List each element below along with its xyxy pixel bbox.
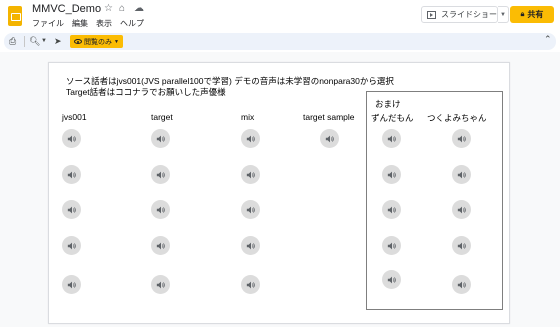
speaker-icon xyxy=(156,242,165,249)
audio-play-button-target[interactable] xyxy=(151,165,170,184)
audio-play-button-jvs001[interactable] xyxy=(62,165,81,184)
speaker-icon xyxy=(67,171,76,178)
audio-play-button-jvs001[interactable] xyxy=(62,200,81,219)
audio-play-button-tsukuyomi[interactable] xyxy=(452,200,471,219)
slideshow-dropdown-chevron-icon[interactable]: ▼ xyxy=(498,6,509,23)
slideshow-button[interactable]: スライドショー xyxy=(421,6,498,23)
audio-play-button-jvs001[interactable] xyxy=(62,129,81,148)
zoom-icon[interactable]: 🔍︎ xyxy=(29,35,40,48)
zoom-chevron-down-icon[interactable]: ▼ xyxy=(41,35,47,48)
speaker-icon xyxy=(387,206,396,213)
document-title[interactable]: MMVC_Demo xyxy=(32,3,101,15)
audio-play-button-mix[interactable] xyxy=(241,129,260,148)
audio-play-button-target[interactable] xyxy=(151,200,170,219)
speaker-icon xyxy=(67,281,76,288)
slideshow-label: スライドショー xyxy=(441,10,497,19)
audio-play-button-target[interactable] xyxy=(151,275,170,294)
audio-play-button-zundamon[interactable] xyxy=(382,270,401,289)
share-label: 共有 xyxy=(527,10,544,19)
speaker-icon xyxy=(246,281,255,288)
bonus-label: おまけ xyxy=(375,99,401,109)
lock-icon: 🔒︎ xyxy=(520,10,525,18)
speaker-icon xyxy=(156,171,165,178)
audio-play-button-target[interactable] xyxy=(151,236,170,255)
speaker-icon xyxy=(387,242,396,249)
audio-play-button-target[interactable] xyxy=(151,129,170,148)
speaker-icon xyxy=(156,135,165,142)
audio-play-button-zundamon[interactable] xyxy=(382,200,401,219)
slide-title-line-2: Target話者はココナラでお願いした声優様 xyxy=(66,87,226,97)
app-header: MMVC_Demo ☆ ⌂ ☁ ファイル 編集 表示 ヘルプ スライドショー ▼… xyxy=(0,0,560,33)
audio-play-button-mix[interactable] xyxy=(241,275,260,294)
audio-play-button-mix[interactable] xyxy=(241,165,260,184)
share-button[interactable]: 🔒︎ 共有 xyxy=(510,6,554,23)
view-only-chevron-down-icon: ▼ xyxy=(114,38,119,45)
cloud-status-icon[interactable]: ☁ xyxy=(134,3,144,14)
menu-edit[interactable]: 編集 xyxy=(72,18,88,29)
speaker-icon xyxy=(457,171,466,178)
speaker-icon xyxy=(387,171,396,178)
speaker-icon xyxy=(246,171,255,178)
column-header-zundamon: ずんだもん xyxy=(371,113,414,123)
speaker-icon xyxy=(457,281,466,288)
audio-play-button-tsukuyomi[interactable] xyxy=(452,165,471,184)
audio-play-button-zundamon[interactable] xyxy=(382,165,401,184)
audio-play-button-zundamon[interactable] xyxy=(382,236,401,255)
speaker-icon xyxy=(387,276,396,283)
speaker-icon xyxy=(457,135,466,142)
audio-play-button-zundamon[interactable] xyxy=(382,129,401,148)
print-icon[interactable]: ⎙ xyxy=(9,35,16,48)
toolbar-divider xyxy=(24,36,25,47)
select-cursor-icon[interactable]: ➤ xyxy=(54,35,62,48)
speaker-icon xyxy=(246,206,255,213)
menu-view[interactable]: 表示 xyxy=(96,18,112,29)
speaker-icon xyxy=(67,242,76,249)
audio-play-button-mix[interactable] xyxy=(241,200,260,219)
speaker-icon xyxy=(156,206,165,213)
speaker-icon xyxy=(246,242,255,249)
column-header-target: target xyxy=(151,112,173,122)
collapse-chevron-up-icon[interactable]: ⌃ xyxy=(544,34,552,45)
speaker-icon xyxy=(246,135,255,142)
slides-logo-icon[interactable] xyxy=(8,6,22,26)
speaker-icon xyxy=(67,206,76,213)
play-icon xyxy=(427,10,436,19)
speaker-icon xyxy=(387,135,396,142)
audio-play-button-tsukuyomi[interactable] xyxy=(452,275,471,294)
audio-play-button-target-sample[interactable] xyxy=(320,129,339,148)
speaker-icon xyxy=(457,206,466,213)
menu-file[interactable]: ファイル xyxy=(32,18,64,29)
column-header-tsukuyomi: つくよみちゃん xyxy=(427,113,487,123)
move-folder-icon[interactable]: ⌂ xyxy=(119,3,125,14)
speaker-icon xyxy=(156,281,165,288)
view-only-label: 閲覧のみ xyxy=(84,38,112,46)
star-icon[interactable]: ☆ xyxy=(104,3,113,14)
speaker-icon xyxy=(457,242,466,249)
audio-play-button-mix[interactable] xyxy=(241,236,260,255)
audio-play-button-jvs001[interactable] xyxy=(62,236,81,255)
toolbar: ⎙ 🔍︎ ▼ ➤ 閲覧のみ ▼ ⌃ xyxy=(4,33,556,50)
speaker-icon xyxy=(325,135,334,142)
menu-bar: ファイル 編集 表示 ヘルプ xyxy=(32,18,144,29)
eye-icon xyxy=(74,39,82,44)
menu-help[interactable]: ヘルプ xyxy=(120,18,144,29)
audio-play-button-tsukuyomi[interactable] xyxy=(452,236,471,255)
column-header-jvs001: jvs001 xyxy=(62,112,87,122)
column-header-mix: mix xyxy=(241,112,255,122)
audio-play-button-tsukuyomi[interactable] xyxy=(452,129,471,148)
view-only-badge[interactable]: 閲覧のみ ▼ xyxy=(70,35,123,48)
speaker-icon xyxy=(67,135,76,142)
audio-play-button-jvs001[interactable] xyxy=(62,275,81,294)
column-header-target-sample: target sample xyxy=(303,112,355,122)
